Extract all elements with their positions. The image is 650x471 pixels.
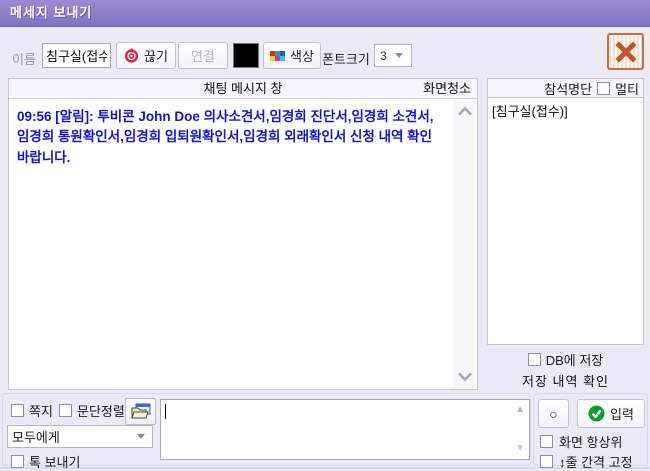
chat-message: 09:56 [알림]: 투비콘 John Doe 의사소견서,임경희 진단서,임… — [17, 107, 445, 168]
note-checkbox[interactable] — [11, 404, 24, 417]
disconnect-button[interactable]: 끊기 — [116, 42, 176, 69]
send-talk-label: 톡 보내기 — [29, 452, 80, 471]
palette-icon — [270, 51, 285, 61]
db-save-row: DB에 저장 — [487, 350, 644, 369]
attendees-title: 참석명단 — [544, 79, 592, 98]
submit-button[interactable]: 입력 — [577, 399, 645, 428]
scroll-up-icon[interactable] — [457, 107, 473, 116]
color-button[interactable]: 색상 — [263, 42, 321, 69]
always-on-top-label: 화면 항상위 — [559, 432, 622, 451]
window-title: 메세지 보내기 — [0, 0, 650, 26]
list-item[interactable]: [침구실(접수)] — [492, 101, 639, 120]
submit-label: 입력 — [610, 404, 634, 423]
attendees-panel: 참석명단 멀티 [침구실(접수)] DB에 저장 저장 내역 확인 — [487, 78, 644, 390]
recipient-value: 모두에게 — [12, 427, 60, 446]
attendees-list[interactable]: [침구실(접수)] — [487, 98, 644, 345]
input-scroll-down-icon[interactable]: ▼ — [515, 444, 525, 454]
line-spacing-checkbox[interactable] — [540, 455, 553, 468]
chat-scrollbar[interactable] — [454, 99, 475, 389]
multi-label: 멀티 — [615, 79, 639, 98]
scroll-down-icon[interactable] — [457, 372, 473, 381]
disconnect-icon — [124, 48, 139, 63]
name-input[interactable] — [42, 43, 111, 68]
close-button[interactable] — [607, 33, 644, 70]
circle-button[interactable]: ○ — [538, 399, 569, 428]
chevron-down-icon — [137, 434, 145, 439]
disconnect-label: 끊기 — [144, 46, 168, 65]
open-file-button[interactable] — [125, 398, 156, 425]
chat-message-area[interactable]: 09:56 [알림]: 투비콘 John Doe 의사소견서,임경희 진단서,임… — [9, 99, 477, 389]
font-size-select[interactable]: 3 — [374, 44, 412, 67]
recipient-select[interactable]: 모두에게 — [7, 425, 153, 448]
check-icon — [588, 405, 605, 422]
chevron-down-icon — [395, 53, 403, 58]
folder-icon — [131, 403, 151, 420]
saved-history-button[interactable]: 저장 내역 확인 — [487, 371, 644, 390]
chat-panel: 채팅 메시지 창 화면청소 09:56 [알림]: 투비콘 John Doe 의… — [8, 78, 478, 390]
message-input[interactable]: ▲ ▼ — [160, 399, 530, 460]
line-spacing-label: ↕줄 간격 고정 — [559, 452, 633, 471]
chat-panel-header: 채팅 메시지 창 화면청소 — [9, 79, 477, 99]
color-label: 색상 — [290, 46, 314, 65]
font-size-label: 폰트크기 — [322, 49, 370, 68]
close-icon — [615, 41, 637, 63]
color-swatch[interactable] — [233, 43, 259, 68]
multi-checkbox[interactable] — [597, 82, 610, 95]
send-talk-checkbox[interactable] — [11, 455, 24, 468]
chat-panel-title: 채팅 메시지 창 — [9, 79, 477, 98]
note-label: 쪽지 — [29, 401, 53, 420]
message-send-window: { "window": { "title": "메세지 보내기" }, "too… — [0, 0, 650, 469]
toolbar: 이름 끊기 연결 색상 폰트크기 3 — [0, 27, 650, 75]
circle-button-label: ○ — [549, 406, 557, 422]
db-save-checkbox[interactable] — [528, 353, 541, 366]
input-scroll-up-icon[interactable]: ▲ — [515, 405, 525, 415]
always-on-top-checkbox[interactable] — [540, 435, 553, 448]
connect-label: 연결 — [191, 46, 215, 65]
connect-button[interactable]: 연결 — [178, 42, 228, 69]
name-label: 이름 — [12, 49, 36, 68]
paragraph-align-label: 문단정렬 — [77, 401, 125, 420]
composer-group: 쪽지 문단정렬 ▲ ▼ 모두에게 톡 보내기 — [2, 393, 531, 466]
title-bar: 메세지 보내기 — [0, 0, 650, 27]
db-save-label: DB에 저장 — [546, 350, 604, 369]
attendees-header: 참석명단 멀티 — [487, 78, 644, 98]
clear-screen-button[interactable]: 화면청소 — [423, 79, 471, 98]
font-size-value: 3 — [380, 49, 387, 63]
text-caret — [165, 404, 166, 419]
paragraph-align-checkbox[interactable] — [59, 404, 72, 417]
